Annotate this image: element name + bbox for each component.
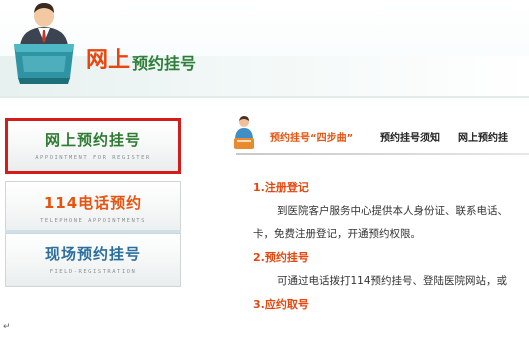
tab-four-steps[interactable]: 预约挂号“四步曲” <box>270 129 353 144</box>
tab-bar: 预约挂号“四步曲” 预约挂号须知 网上预约挂 <box>190 116 529 156</box>
page-header: 网上 预约挂号 <box>0 0 529 98</box>
step-2-text: 可通过电话拨打114预约挂号、登陆医院网站，或 <box>277 275 508 287</box>
nav-sublabel: FIELD-REGISTRATION <box>49 269 137 275</box>
title-sub: 预约挂号 <box>132 54 197 73</box>
step-2-heading: 2.预约挂号 <box>253 251 309 264</box>
nav-sublabel: APPOINTMENT FOR REGISTER <box>35 155 151 161</box>
nav-label: 现场预约挂号 <box>44 245 141 263</box>
nav-label: 114电话预约 <box>43 194 143 212</box>
tab-divider <box>236 153 529 155</box>
nav-label: 网上预约挂号 <box>44 131 141 149</box>
doctor-avatar-icon <box>14 3 74 84</box>
page-title: 网上 预约挂号 <box>86 42 196 74</box>
paragraph-mark: ↵ <box>3 322 11 332</box>
people-icon <box>234 116 254 149</box>
step-1-heading: 1.注册登记 <box>253 181 309 194</box>
step-1-text: 到医院客户服务中心提供本人身份证、联系电话、 <box>277 205 508 217</box>
nav-sublabel: TELEPHONE APPOINTMENTS <box>40 218 146 224</box>
tab-registration-notice[interactable]: 预约挂号须知 <box>380 129 440 144</box>
step-3-heading: 3.应约取号 <box>253 298 309 311</box>
nav-phone-appointment-button[interactable]: 114电话预约 TELEPHONE APPOINTMENTS <box>5 181 181 237</box>
nav-online-register-button[interactable]: 网上预约挂号 APPOINTMENT FOR REGISTER <box>5 118 181 174</box>
header-divider <box>0 96 529 98</box>
step-1-text: 卡，免费注册登记，开通预约权限。 <box>253 228 421 240</box>
tab-online-register[interactable]: 网上预约挂 <box>458 129 508 144</box>
nav-onsite-register-button[interactable]: 现场预约挂号 FIELD-REGISTRATION <box>5 230 181 287</box>
title-main: 网上 <box>86 48 131 73</box>
